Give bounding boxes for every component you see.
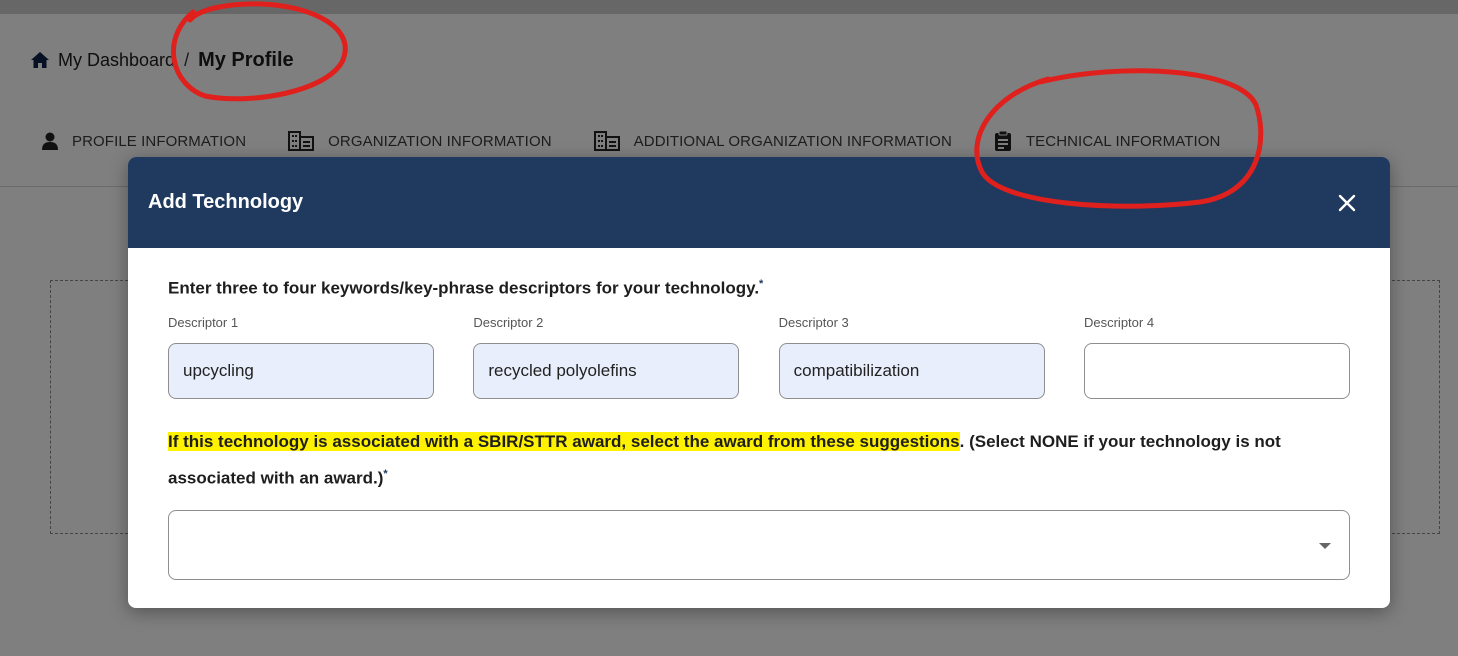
- modal-header: Add Technology: [128, 157, 1390, 248]
- required-mark: *: [759, 278, 764, 290]
- descriptor-1: Descriptor 1: [168, 315, 434, 399]
- chevron-down-icon[interactable]: [1319, 543, 1331, 550]
- descriptor-2-input[interactable]: [473, 342, 740, 399]
- modal-body: Enter three to four keywords/key-phrase …: [128, 248, 1390, 581]
- descriptor-label: Descriptor 3: [778, 314, 849, 330]
- award-highlighted-text: If this technology is associated with a …: [168, 431, 960, 451]
- descriptor-3-input[interactable]: [778, 342, 1045, 399]
- descriptor-fields: Descriptor 1 Descriptor 2 Descriptor 3 D…: [168, 315, 1350, 399]
- descriptor-label: Descriptor 4: [1083, 314, 1155, 330]
- modal-title: Add Technology: [148, 191, 304, 213]
- descriptor-instruction: Enter three to four keywords/key-phrase …: [168, 278, 1350, 299]
- descriptor-3: Descriptor 3: [778, 314, 1045, 399]
- descriptor-2: Descriptor 2: [473, 314, 740, 399]
- award-instruction: If this technology is associated with a …: [168, 425, 1350, 495]
- descriptor-4: Descriptor 4: [1083, 314, 1350, 399]
- add-technology-modal: Add Technology Enter three to four keywo…: [128, 157, 1390, 608]
- award-select[interactable]: [168, 510, 1350, 581]
- required-mark: *: [383, 467, 388, 480]
- descriptor-label: Descriptor 1: [168, 314, 239, 330]
- descriptor-4-input[interactable]: [1083, 342, 1350, 399]
- instruction-text: Enter three to four keywords/key-phrase …: [168, 278, 760, 298]
- descriptor-1-input[interactable]: [168, 342, 434, 399]
- close-icon[interactable]: [1336, 192, 1358, 214]
- descriptor-label: Descriptor 2: [473, 314, 544, 330]
